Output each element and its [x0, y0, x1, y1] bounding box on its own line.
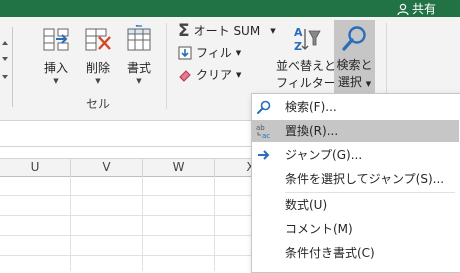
menu-item-formulas[interactable]: 数式(U) — [252, 194, 459, 216]
group-separator — [166, 23, 167, 109]
title-bar: 共有 — [0, 0, 460, 17]
share-button[interactable]: 共有 — [397, 0, 436, 17]
chevron-down-icon: ▼ — [95, 77, 101, 85]
chevron-down-icon: ▼ — [53, 77, 59, 85]
sort-filter-button[interactable]: A Z 並べ替えと フィルター ▼ — [276, 21, 345, 90]
fill-button[interactable]: フィル ▼ — [178, 43, 241, 63]
menu-item-find[interactable]: 検索(F)... — [252, 96, 459, 118]
menu-item-comments[interactable]: コメント(M) — [252, 218, 459, 240]
sort-filter-label-2: フィルター ▼ — [276, 74, 345, 91]
grid-col-line — [142, 176, 143, 271]
menu-item-goto[interactable]: ジャンプ(G)... — [252, 144, 459, 166]
format-button[interactable]: 書式 ▼ — [121, 21, 157, 87]
grid-col-line — [214, 176, 215, 271]
menu-item-label: 条件付き書式(C) — [285, 246, 375, 260]
delete-button[interactable]: 削除 ▼ — [80, 21, 116, 87]
column-header-u[interactable]: U — [0, 159, 71, 176]
delete-cells-icon — [85, 28, 111, 51]
find-select-label-1: 検索と — [336, 58, 373, 72]
find-select-label-2: 選択 ▼ — [337, 75, 372, 89]
magnifier-icon — [257, 100, 271, 114]
delete-label: 削除 — [85, 61, 110, 75]
fill-label: フィル — [196, 46, 232, 60]
chevron-down-icon: ▼ — [136, 77, 142, 85]
sigma-icon: Σ — [178, 21, 190, 41]
autosum-label: オート SUM — [193, 24, 261, 38]
svg-text:ac: ac — [262, 132, 270, 139]
menu-item-label: コメント(M) — [285, 222, 353, 236]
format-label: 書式 — [126, 61, 151, 75]
menu-item-conditional-formatting[interactable]: 条件付き書式(C) — [252, 242, 459, 264]
svg-text:A: A — [294, 26, 303, 39]
insert-button[interactable]: 挿入 ▼ — [38, 21, 74, 87]
menu-item-label: 置換(R)... — [285, 124, 339, 138]
svg-text:ab: ab — [256, 124, 265, 132]
autosum-button[interactable]: Σ オート SUM ▼ — [178, 21, 276, 41]
replace-icon: ab ac — [256, 124, 270, 139]
menu-item-label: ジャンプ(G)... — [285, 148, 363, 162]
share-label: 共有 — [411, 1, 436, 16]
arrow-right-icon — [258, 150, 270, 160]
format-cells-icon — [127, 23, 151, 51]
ribbon-scroll[interactable] — [0, 27, 13, 107]
svg-text:Z: Z — [294, 40, 302, 53]
grid-col-line — [70, 176, 71, 271]
find-select-button[interactable]: 検索と 選択 ▼ — [334, 20, 375, 93]
menu-item-replace[interactable]: ab ac 置換(R)... — [252, 120, 459, 142]
sort-filter-icon: A Z — [294, 26, 321, 53]
cells-group-label: セル — [86, 97, 111, 111]
menu-item-label: 数式(U) — [285, 198, 328, 212]
clear-label: クリア — [196, 68, 233, 82]
column-header-v[interactable]: V — [71, 159, 143, 176]
sort-filter-label-1: 並べ替えと — [276, 59, 337, 73]
column-header-w[interactable]: W — [143, 159, 215, 176]
insert-label: 挿入 — [43, 61, 68, 75]
chevron-down-icon: ▼ — [270, 27, 276, 35]
fill-down-icon — [178, 46, 192, 60]
magnifier-icon — [341, 26, 366, 51]
menu-separator — [285, 192, 455, 193]
chevron-down-icon: ▼ — [236, 71, 242, 79]
menu-item-label: 検索(F)... — [285, 100, 337, 114]
menu-item-goto-special[interactable]: 条件を選択してジャンプ(S)... — [252, 168, 459, 190]
menu-item-label: 条件を選択してジャンプ(S)... — [285, 172, 445, 186]
find-select-menu: 検索(F)... ab ac 置換(R)... ジャンプ(G)... 条件を選択… — [251, 93, 460, 273]
eraser-icon — [179, 70, 191, 82]
chevron-down-icon: ▼ — [235, 49, 242, 57]
clear-button[interactable]: クリア ▼ — [178, 65, 241, 85]
insert-cells-icon — [43, 28, 69, 51]
person-icon — [397, 3, 409, 15]
chevron-down-icon: ▼ — [365, 80, 372, 88]
